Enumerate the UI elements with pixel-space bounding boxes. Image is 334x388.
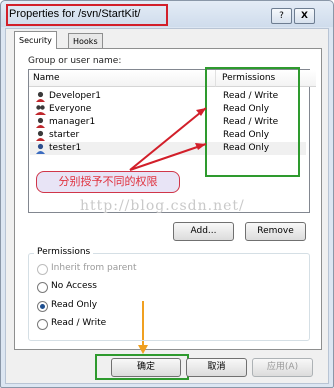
- cancel-button[interactable]: 取消: [186, 358, 247, 377]
- read-only-label: Read Only: [51, 300, 98, 310]
- read-only-radio[interactable]: [37, 301, 48, 312]
- annotation-callout: 分别授予不同的权限: [36, 171, 180, 193]
- permissions-group-label: Permissions: [34, 247, 94, 257]
- read-write-label: Read / Write: [51, 318, 107, 328]
- watermark-text: http://blog.csdn.net/: [80, 198, 245, 214]
- read-write-radio[interactable]: [37, 319, 48, 330]
- tab-security[interactable]: Security: [14, 31, 57, 49]
- inherit-label: Inherit from parent: [51, 263, 137, 273]
- no-access-label: No Access: [51, 281, 97, 291]
- no-access-radio[interactable]: [37, 282, 48, 293]
- remove-button[interactable]: Remove: [245, 222, 306, 241]
- radio-selected-dot: [40, 304, 45, 309]
- inherit-radio[interactable]: [37, 264, 48, 275]
- ok-highlight-box: [95, 354, 189, 380]
- add-button[interactable]: Add...: [173, 222, 234, 241]
- apply-button[interactable]: 应用(A): [252, 358, 313, 377]
